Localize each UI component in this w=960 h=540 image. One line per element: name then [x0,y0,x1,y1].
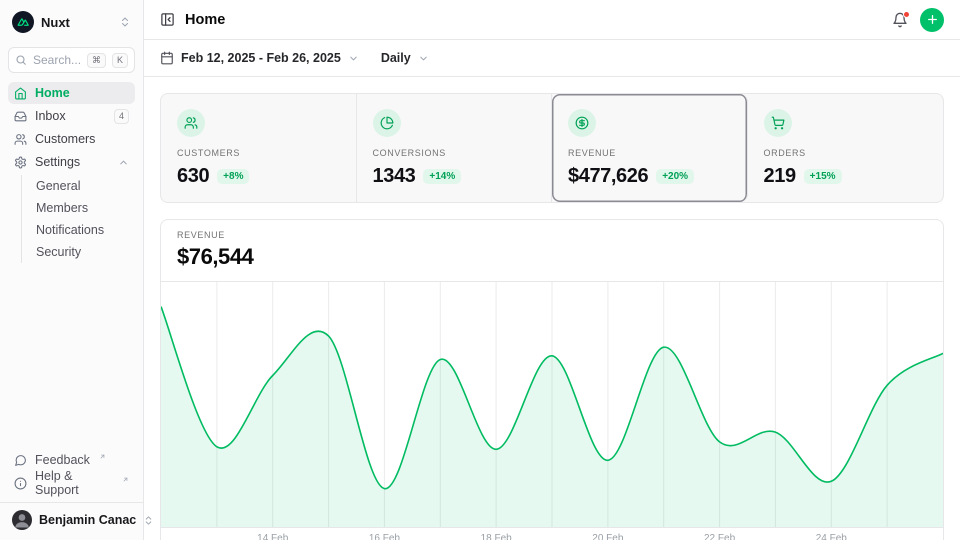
kbd-k: K [112,53,128,68]
external-link-icon [99,453,106,460]
filters-toolbar: Feb 12, 2025 - Feb 26, 2025 Daily [144,40,960,77]
stat-delta-badge: +15% [804,169,842,184]
page-header: Home [144,0,960,40]
sidebar-item-label: Settings [35,155,110,169]
search-icon [15,54,27,66]
users-icon [177,109,205,137]
stat-card-revenue[interactable]: REVENUE $477,626 +20% [552,94,748,202]
main-area: Home Feb 12, 2025 - Feb 26, 2025 Daily [144,0,960,540]
sidebar-item-settings[interactable]: Settings [8,151,135,173]
notifications-button[interactable] [892,12,908,28]
stat-card-orders[interactable]: ORDERS 219 +15% [748,94,944,202]
revenue-chart-card: REVENUE $76,544 14 Feb 16 Feb 18 Feb 20 Feb… [160,219,944,540]
chart-metric-label: REVENUE [177,230,927,240]
granularity-value: Daily [381,51,411,65]
feedback-label: Feedback [35,453,90,467]
settings-subnav: General Members Notifications Security [21,175,135,263]
chevron-down-icon [418,53,429,64]
x-tick-label: 24 Feb [816,533,847,540]
date-range-picker[interactable]: Feb 12, 2025 - Feb 26, 2025 [160,51,359,65]
calendar-icon [160,51,174,65]
search-input[interactable]: Search... ⌘ K [8,47,135,73]
chevrons-up-down-icon [119,16,131,28]
stat-value: 630 [177,165,209,188]
stat-delta-badge: +14% [423,169,461,184]
help-support-link[interactable]: Help & Support [8,472,135,494]
sidebar-item-customers[interactable]: Customers [8,128,135,150]
home-icon [14,87,27,100]
inbox-icon [14,110,27,123]
avatar [12,510,32,530]
search-placeholder: Search... [33,53,81,67]
stat-label: ORDERS [764,148,928,158]
shopping-cart-icon [764,109,792,137]
sidebar-item-label: Inbox [35,109,106,123]
stat-card-conversions[interactable]: CONVERSIONS 1343 +14% [357,94,553,202]
sidebar-item-notifications[interactable]: Notifications [36,219,135,241]
collapse-sidebar-icon[interactable] [160,12,175,27]
chart-header: REVENUE $76,544 [161,220,943,282]
content: CUSTOMERS 630 +8% CONVERSIONS 1343 +14% [144,77,960,540]
stat-value: 1343 [373,165,416,188]
user-name: Benjamin Canac [39,513,136,527]
stat-label: REVENUE [568,148,731,158]
date-range-value: Feb 12, 2025 - Feb 26, 2025 [181,51,341,65]
workspace-switcher[interactable]: Nuxt [8,8,135,36]
stat-card-customers[interactable]: CUSTOMERS 630 +8% [161,94,357,202]
x-tick-label: 22 Feb [704,533,735,540]
nuxt-logo [12,11,34,33]
user-menu[interactable]: Benjamin Canac [0,502,143,536]
sidebar-item-label: Home [35,86,129,100]
add-button[interactable] [920,8,944,32]
info-circle-icon [14,477,27,490]
sidebar-nav: Home Inbox 4 Customers Settings Genera [8,82,135,265]
page-title: Home [185,12,225,28]
inbox-count-badge: 4 [114,109,129,124]
chevron-up-icon [118,157,129,168]
kbd-cmd: ⌘ [87,53,106,68]
stat-label: CUSTOMERS [177,148,340,158]
chart-x-axis: 14 Feb 16 Feb 18 Feb 20 Feb 22 Feb 24 Feb [161,528,943,540]
sidebar: Nuxt Search... ⌘ K Home Inbox 4 [0,0,144,540]
granularity-select[interactable]: Daily [381,51,429,65]
stat-delta-badge: +8% [217,169,249,184]
sidebar-item-label: Customers [35,132,129,146]
x-tick-label: 18 Feb [481,533,512,540]
sidebar-footer: Feedback Help & Support [8,449,135,495]
stat-delta-badge: +20% [656,169,694,184]
pie-chart-icon [373,109,401,137]
sidebar-item-home[interactable]: Home [8,82,135,104]
sidebar-item-security[interactable]: Security [36,241,135,263]
circle-dollar-icon [568,109,596,137]
plus-icon [926,13,939,26]
revenue-area-chart [161,282,943,528]
help-support-label: Help & Support [35,469,113,497]
gear-icon [14,156,27,169]
users-icon [14,133,27,146]
stat-value: $477,626 [568,165,648,188]
notification-dot [903,11,910,18]
stat-label: CONVERSIONS [373,148,536,158]
sidebar-item-members[interactable]: Members [36,197,135,219]
chevron-down-icon [348,53,359,64]
x-tick-label: 16 Feb [369,533,400,540]
workspace-name: Nuxt [41,15,112,30]
stats-grid: CUSTOMERS 630 +8% CONVERSIONS 1343 +14% [160,93,944,203]
external-link-icon [122,476,129,483]
chat-bubble-icon [14,454,27,467]
stat-value: 219 [764,165,796,188]
feedback-link[interactable]: Feedback [8,449,135,471]
chart-metric-value: $76,544 [177,244,927,270]
sidebar-item-inbox[interactable]: Inbox 4 [8,105,135,127]
sidebar-item-general[interactable]: General [36,175,135,197]
x-tick-label: 20 Feb [592,533,623,540]
x-tick-label: 14 Feb [257,533,288,540]
